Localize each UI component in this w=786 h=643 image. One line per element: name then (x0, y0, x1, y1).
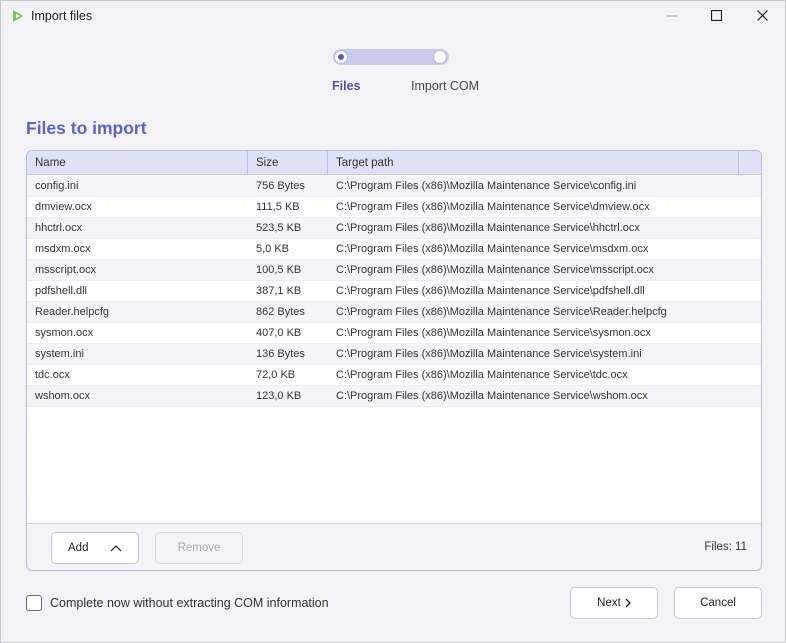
window-title: Import files (31, 9, 93, 23)
cell-path: C:\Program Files (x86)\Mozilla Maintenan… (336, 243, 649, 255)
chevron-right-icon (625, 598, 631, 608)
cell-path: C:\Program Files (x86)\Mozilla Maintenan… (336, 390, 648, 402)
files-panel: Name Size Target path config.ini 756 Byte… (26, 150, 762, 571)
cell-name: sysmon.ocx (35, 327, 94, 339)
step-dot-files (334, 50, 348, 64)
cell-name: Reader.helpcfg (35, 306, 109, 318)
close-icon (756, 9, 768, 24)
cell-path: C:\Program Files (x86)\Mozilla Maintenan… (336, 222, 640, 234)
cell-size: 72,0 KB (256, 369, 296, 381)
column-header-target-path[interactable]: Target path (328, 151, 739, 175)
table-row[interactable]: wshom.ocx 123,0 KB C:\Program Files (x86)\… (27, 386, 761, 407)
table-row[interactable]: msdxm.ocx 5,0 KB C:\Program Files (x86)\Mo… (27, 239, 761, 260)
files-count: Files: 11 (704, 541, 747, 553)
chevron-up-icon (110, 543, 122, 555)
cell-name: pdfshell.dll (35, 285, 87, 297)
step-label-files: Files (332, 79, 361, 93)
maximize-icon (710, 9, 722, 24)
minimize-button[interactable] (649, 1, 695, 32)
cell-name: msscript.ocx (35, 264, 97, 276)
complete-without-com-checkbox[interactable] (26, 595, 42, 611)
table-row[interactable]: Reader.helpcfg 862 Bytes C:\Program Files … (27, 302, 761, 323)
cell-size: 100,5 KB (256, 264, 302, 276)
title-bar[interactable]: Import files (1, 1, 785, 32)
cell-path: C:\Program Files (x86)\Mozilla Maintenan… (336, 348, 642, 360)
next-button-label: Next (597, 597, 621, 609)
step-progress (333, 49, 449, 65)
step-label-import-com: Import COM (411, 79, 480, 93)
cell-name: msdxm.ocx (35, 243, 91, 255)
column-header-name[interactable]: Name (27, 151, 248, 175)
table-row[interactable]: sysmon.ocx 407,0 KB C:\Program Files (x86)… (27, 323, 761, 344)
remove-button[interactable]: Remove (155, 532, 243, 564)
table-row[interactable]: config.ini 756 Bytes C:\Program Files (x86… (27, 176, 761, 197)
cell-name: dmview.ocx (35, 201, 92, 213)
minimize-icon (667, 10, 677, 24)
table-header: Name Size Target path (27, 151, 761, 175)
cell-size: 136 Bytes (256, 348, 305, 360)
table-row[interactable]: pdfshell.dll 387,1 KB C:\Program Files (x8… (27, 281, 761, 302)
import-files-dialog: Import files Files Import COM Files to i… (0, 0, 786, 643)
cell-size: 387,1 KB (256, 285, 302, 297)
cell-name: config.ini (35, 180, 79, 192)
table-row[interactable]: msscript.ocx 100,5 KB C:\Program Files (x8… (27, 260, 761, 281)
cell-size: 5,0 KB (256, 243, 290, 255)
table-row[interactable]: hhctrl.ocx 523,5 KB C:\Program Files (x86)… (27, 218, 761, 239)
table-row[interactable]: system.ini 136 Bytes C:\Program Files (x86… (27, 344, 761, 365)
cell-size: 407,0 KB (256, 327, 302, 339)
cell-name: tdc.ocx (35, 369, 70, 381)
cell-size: 756 Bytes (256, 180, 305, 192)
files-table-body: config.ini 756 Bytes C:\Program Files (x86… (27, 176, 761, 407)
column-header-size[interactable]: Size (248, 151, 328, 175)
complete-without-com-label[interactable]: Complete now without extracting COM info… (50, 596, 329, 610)
cell-path: C:\Program Files (x86)\Mozilla Maintenan… (336, 264, 654, 276)
next-button[interactable]: Next (570, 587, 658, 619)
panel-footer: Add Remove Files: 11 (27, 523, 761, 570)
cell-name: hhctrl.ocx (35, 222, 83, 234)
table-row[interactable]: dmview.ocx 111,5 KB C:\Program Files (x86)… (27, 197, 761, 218)
cell-name: wshom.ocx (35, 390, 91, 402)
app-logo-icon (11, 9, 25, 23)
cell-path: C:\Program Files (x86)\Mozilla Maintenan… (336, 306, 667, 318)
table-row[interactable]: tdc.ocx 72,0 KB C:\Program Files (x86)\Moz… (27, 365, 761, 386)
maximize-button[interactable] (693, 1, 739, 32)
close-button[interactable] (739, 1, 785, 32)
cell-path: C:\Program Files (x86)\Mozilla Maintenan… (336, 369, 628, 381)
cell-path: C:\Program Files (x86)\Mozilla Maintenan… (336, 180, 637, 192)
cell-size: 862 Bytes (256, 306, 305, 318)
add-button-label: Add (68, 542, 89, 554)
step-dot-import-com (433, 50, 447, 64)
page-title: Files to import (26, 118, 147, 138)
cell-size: 123,0 KB (256, 390, 302, 402)
cell-path: C:\Program Files (x86)\Mozilla Maintenan… (336, 285, 645, 297)
cell-name: system.ini (35, 348, 84, 360)
cancel-button[interactable]: Cancel (674, 587, 762, 619)
add-button[interactable]: Add (51, 532, 139, 564)
cell-size: 523,5 KB (256, 222, 302, 234)
cell-path: C:\Program Files (x86)\Mozilla Maintenan… (336, 327, 651, 339)
cell-size: 111,5 KB (256, 201, 300, 213)
cell-path: C:\Program Files (x86)\Mozilla Maintenan… (336, 201, 650, 213)
